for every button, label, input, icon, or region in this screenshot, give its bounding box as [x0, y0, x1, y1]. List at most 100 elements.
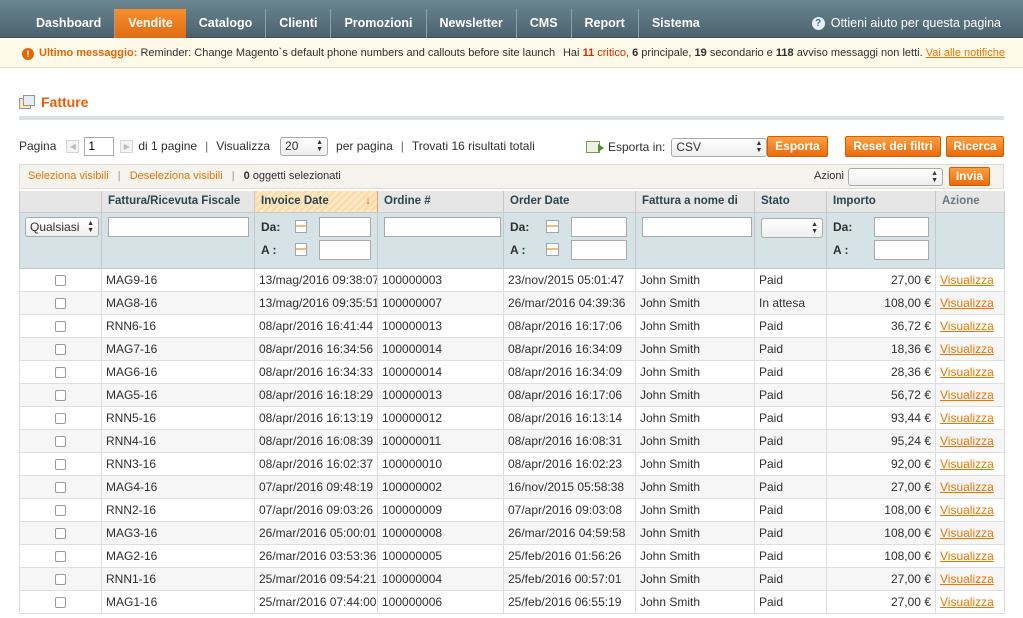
actions-select[interactable]: ▲ ▼: [848, 167, 943, 186]
row-checkbox[interactable]: [55, 366, 66, 378]
row-checkbox[interactable]: [55, 527, 66, 539]
header-bill-to[interactable]: Fattura a nome di: [635, 191, 755, 213]
row-checkbox[interactable]: [55, 320, 66, 332]
prev-page-icon[interactable]: ◀: [66, 139, 80, 153]
table-row[interactable]: MAG7-16 08/apr/2016 16:34:56 100000014 08/a…: [19, 336, 1005, 361]
table-row[interactable]: RNN1-16 25/mar/2016 09:54:21 100000004 25/f…: [19, 566, 1005, 591]
header-status[interactable]: Stato: [754, 191, 827, 213]
calendar-icon[interactable]: [546, 243, 559, 256]
invoice-cell: RNN3-16: [101, 451, 255, 476]
invoice-filter-input[interactable]: [108, 216, 249, 237]
nav-item-sistema[interactable]: Sistema: [639, 9, 713, 38]
export-button[interactable]: Esporta: [767, 136, 828, 157]
select-visible-link[interactable]: Seleziona visibili: [28, 170, 109, 182]
nav-item-catalogo[interactable]: Catalogo: [186, 9, 267, 38]
view-invoice-link[interactable]: Visualizza: [940, 595, 994, 609]
header-invoice[interactable]: Fattura/Ricevuta Fiscale: [101, 191, 255, 213]
go-to-notifications-link[interactable]: Vai alle notifiche: [926, 47, 1005, 59]
help-label[interactable]: Ottieni aiuto per questa pagina: [831, 9, 1001, 38]
export-label: Esporta in:: [608, 140, 666, 154]
row-checkbox[interactable]: [55, 389, 66, 401]
nav-item-newsletter[interactable]: Newsletter: [427, 9, 517, 38]
view-invoice-link[interactable]: Visualizza: [940, 457, 994, 471]
deselect-visible-link[interactable]: Deseleziona visibili: [130, 170, 223, 182]
search-button[interactable]: Ricerca: [946, 136, 1004, 157]
view-invoice-link[interactable]: Visualizza: [940, 526, 994, 540]
nav-item-promozioni[interactable]: Promozioni: [331, 9, 427, 38]
row-checkbox[interactable]: [55, 596, 66, 608]
row-checkbox[interactable]: [55, 458, 66, 470]
warning-icon: !: [22, 48, 34, 60]
bill-to-filter-input[interactable]: [642, 216, 752, 237]
calendar-icon[interactable]: [294, 220, 307, 233]
header-row: Fattura/Ricevuta Fiscale Invoice Date ↓ …: [19, 191, 1005, 213]
table-row[interactable]: MAG3-16 26/mar/2016 05:00:01 100000008 26/m…: [19, 520, 1005, 545]
per-page-select[interactable]: 20 ▲ ▼: [280, 136, 329, 156]
header-order-date[interactable]: Order Date: [503, 191, 636, 213]
page-input[interactable]: [84, 136, 115, 156]
order-date-from-input[interactable]: [571, 216, 627, 237]
table-row[interactable]: RNN2-16 07/apr/2016 09:03:26 100000009 07/a…: [19, 497, 1005, 522]
table-row[interactable]: RNN5-16 08/apr/2016 16:13:19 100000012 08/a…: [19, 405, 1005, 430]
table-row[interactable]: MAG2-16 26/mar/2016 03:53:36 100000005 25/f…: [19, 543, 1005, 568]
nav-item-cms[interactable]: CMS: [517, 9, 572, 38]
order-date-to-input[interactable]: [571, 239, 627, 260]
view-invoice-link[interactable]: Visualizza: [940, 319, 994, 333]
view-invoice-link[interactable]: Visualizza: [940, 411, 994, 425]
row-checkbox[interactable]: [55, 550, 66, 562]
amount-to-input[interactable]: [874, 239, 929, 260]
view-invoice-link[interactable]: Visualizza: [940, 503, 994, 517]
invoice-date-from-label: Da:: [261, 219, 281, 234]
view-invoice-link[interactable]: Visualizza: [940, 549, 994, 563]
table-row[interactable]: RNN4-16 08/apr/2016 16:08:39 100000011 08/a…: [19, 428, 1005, 453]
header-invoice-date[interactable]: Invoice Date ↓: [254, 191, 378, 213]
help-link[interactable]: ? Ottieni aiuto per questa pagina: [811, 9, 1001, 38]
view-invoice-link[interactable]: Visualizza: [940, 296, 994, 310]
row-select-cell: [19, 382, 102, 407]
order-date-cell: 08/apr/2016 16:17:06: [503, 382, 636, 407]
table-row[interactable]: MAG4-16 07/apr/2016 09:48:19 100000002 16/n…: [19, 474, 1005, 499]
calendar-icon[interactable]: [546, 220, 559, 233]
view-invoice-link[interactable]: Visualizza: [940, 342, 994, 356]
row-checkbox[interactable]: [55, 274, 66, 286]
row-checkbox[interactable]: [55, 573, 66, 585]
table-row[interactable]: MAG9-16 13/mag/2016 09:38:07 100000003 23/n…: [19, 267, 1005, 292]
massaction-filter-select[interactable]: Qualsiasi ▲ ▼: [25, 216, 99, 237]
view-invoice-link[interactable]: Visualizza: [940, 365, 994, 379]
nav-item-dashboard[interactable]: Dashboard: [23, 9, 116, 38]
nav-item-clienti[interactable]: Clienti: [266, 9, 332, 38]
table-row[interactable]: MAG6-16 08/apr/2016 16:34:33 100000014 08/a…: [19, 359, 1005, 384]
row-checkbox[interactable]: [55, 297, 66, 309]
row-checkbox[interactable]: [55, 412, 66, 424]
invoice-date-to-input[interactable]: [318, 239, 371, 260]
invoice-date-from-input[interactable]: [318, 216, 371, 237]
header-order[interactable]: Ordine #: [377, 191, 504, 213]
table-row[interactable]: MAG8-16 13/mag/2016 09:35:51 100000007 26/m…: [19, 290, 1005, 315]
view-invoice-link[interactable]: Visualizza: [940, 273, 994, 287]
table-row[interactable]: RNN6-16 08/apr/2016 16:41:44 100000013 08/a…: [19, 313, 1005, 338]
view-invoice-link[interactable]: Visualizza: [940, 388, 994, 402]
view-invoice-link[interactable]: Visualizza: [940, 572, 994, 586]
submit-action-button[interactable]: Invia: [949, 167, 990, 186]
status-filter-select[interactable]: ▲ ▼: [761, 217, 823, 238]
invoice-date-cell: 08/apr/2016 16:18:29: [254, 382, 378, 407]
calendar-icon[interactable]: [294, 243, 307, 256]
amount-from-input[interactable]: [874, 216, 929, 237]
table-row[interactable]: RNN3-16 08/apr/2016 16:02:37 100000010 08/a…: [19, 451, 1005, 476]
view-invoice-link[interactable]: Visualizza: [940, 480, 994, 494]
header-amount[interactable]: Importo: [826, 191, 936, 213]
nav-item-report[interactable]: Report: [572, 9, 639, 38]
view-invoice-link[interactable]: Visualizza: [940, 434, 994, 448]
export-format-select[interactable]: CSV ▲ ▼: [671, 137, 768, 157]
row-checkbox[interactable]: [55, 504, 66, 516]
order-filter-input[interactable]: [384, 216, 501, 237]
row-checkbox[interactable]: [55, 343, 66, 355]
next-page-icon[interactable]: ▶: [120, 139, 134, 153]
nav-item-vendite[interactable]: Vendite: [115, 9, 186, 38]
actions-label: Azioni: [814, 170, 844, 182]
table-row[interactable]: MAG5-16 08/apr/2016 16:18:29 100000013 08/a…: [19, 382, 1005, 407]
row-checkbox[interactable]: [55, 481, 66, 493]
reset-filter-button[interactable]: Reset dei filtri: [845, 136, 941, 157]
table-row[interactable]: MAG1-16 25/mar/2016 07:44:00 100000006 25/f…: [19, 589, 1005, 614]
row-checkbox[interactable]: [55, 435, 66, 447]
